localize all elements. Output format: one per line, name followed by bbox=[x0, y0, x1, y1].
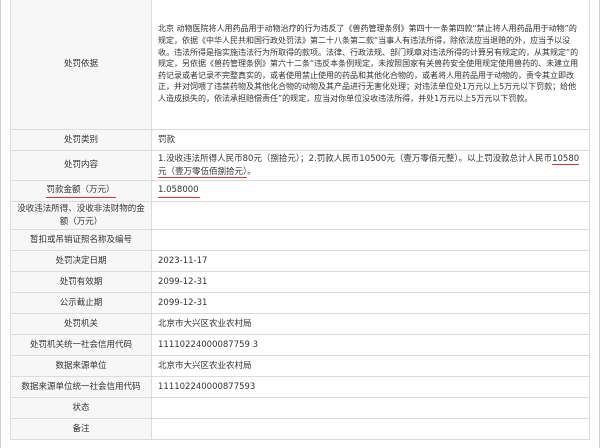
table-row: 备注 bbox=[10, 418, 590, 440]
row-label: 处罚有效期 bbox=[10, 271, 152, 293]
row-label: 数据来源单位 bbox=[10, 355, 152, 377]
row-label: 处罚内容 bbox=[10, 150, 152, 181]
row-value bbox=[151, 201, 590, 230]
table-row: 处罚机关统一社会信用代码 11110224000087759 3 bbox=[10, 334, 590, 356]
row-label: 状态 bbox=[10, 397, 152, 419]
row-value bbox=[151, 229, 590, 251]
table-row: 没收违法所得、没收非法财物的金额（万元） bbox=[10, 201, 590, 230]
table-row: 罚款金额（万元） 1.058000 bbox=[10, 180, 590, 202]
row-value: 北京市大兴区农业农村局 bbox=[151, 313, 590, 335]
row-value bbox=[151, 418, 590, 440]
row-label: 处罚机关 bbox=[10, 313, 152, 335]
table-row: 数据来源单位统一社会信用代码 111102240000877593 bbox=[10, 376, 590, 398]
row-value: 1.058000 bbox=[151, 180, 590, 202]
table-row: 暂扣或吊销证照名称及编号 bbox=[10, 229, 590, 251]
row-label: 没收违法所得、没收非法财物的金额（万元） bbox=[10, 201, 152, 230]
row-value: 111102240000877593 bbox=[151, 376, 590, 398]
table-row: 处罚决定日期 2023-11-17 bbox=[10, 250, 590, 272]
content-tail: 。 bbox=[247, 166, 256, 177]
row-value: 2099-12-31 bbox=[151, 271, 590, 293]
row-label: 处罚决定日期 bbox=[10, 250, 152, 272]
penalty-info-panel: 处罚依据 北京 动物医院将人用药品用于动物治疗的行为违反了《兽药管理条例》第四十… bbox=[0, 0, 600, 448]
fine-amount-label: 罚款金额（万元） bbox=[46, 184, 116, 199]
penalty-info-table: 处罚依据 北京 动物医院将人用药品用于动物治疗的行为违反了《兽药管理条例》第四十… bbox=[10, 0, 590, 440]
row-label: 处罚类别 bbox=[10, 129, 152, 151]
table-row: 处罚内容 1.没收违法所得人民币80元（捌拾元）；2.罚款人民币10500元（壹… bbox=[10, 150, 590, 181]
row-value: 北京 动物医院将人用药品用于动物治疗的行为违反了《兽药管理条例》第四十一条第四款… bbox=[151, 0, 590, 130]
table-row: 处罚依据 北京 动物医院将人用药品用于动物治疗的行为违反了《兽药管理条例》第四十… bbox=[10, 0, 590, 130]
row-label: 暂扣或吊销证照名称及编号 bbox=[10, 229, 152, 251]
table-row: 处罚机关 北京市大兴区农业农村局 bbox=[10, 313, 590, 335]
table-row: 数据来源单位 北京市大兴区农业农村局 bbox=[10, 355, 590, 377]
row-label: 处罚依据 bbox=[10, 0, 152, 130]
table-row: 状态 bbox=[10, 397, 590, 419]
row-label: 罚款金额（万元） bbox=[10, 180, 152, 202]
row-value: 北京市大兴区农业农村局 bbox=[151, 355, 590, 377]
row-value bbox=[151, 397, 590, 419]
content-text: 1.没收违法所得人民币80元（捌拾元）；2.罚款人民币10500元（壹万零佰元整… bbox=[158, 154, 553, 165]
row-value: 1.没收违法所得人民币80元（捌拾元）；2.罚款人民币10500元（壹万零佰元整… bbox=[151, 150, 590, 181]
row-value: 2023-11-17 bbox=[151, 250, 590, 272]
row-label: 处罚机关统一社会信用代码 bbox=[10, 334, 152, 356]
row-label: 公示截止期 bbox=[10, 292, 152, 314]
row-label: 数据来源单位统一社会信用代码 bbox=[10, 376, 152, 398]
row-value: 11110224000087759 3 bbox=[151, 334, 590, 356]
row-value: 罚款 bbox=[151, 129, 590, 151]
row-label: 备注 bbox=[10, 418, 152, 440]
left-border bbox=[0, 0, 1, 448]
table-row: 处罚有效期 2099-12-31 bbox=[10, 271, 590, 293]
fine-amount-value: 1.058000 bbox=[158, 184, 200, 199]
row-value: 2099-12-31 bbox=[151, 292, 590, 314]
table-row: 处罚类别 罚款 bbox=[10, 129, 590, 151]
table-row: 公示截止期 2099-12-31 bbox=[10, 292, 590, 314]
